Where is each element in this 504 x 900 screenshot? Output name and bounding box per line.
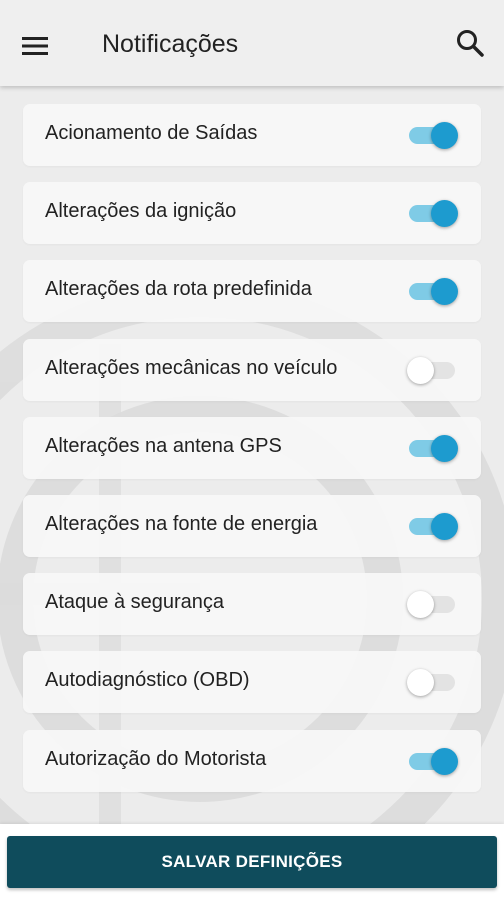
- notification-row[interactable]: Ataque à segurança: [23, 573, 481, 636]
- notification-row[interactable]: Alterações da rota predefinida: [23, 260, 481, 323]
- toggle-thumb: [431, 122, 458, 149]
- toggle-thumb: [407, 591, 434, 619]
- notification-toggle[interactable]: [407, 122, 459, 149]
- footer-bar: SALVAR DEFINIÇÕES: [0, 824, 504, 900]
- toggle-thumb: [407, 669, 434, 697]
- notification-label: Alterações da rota predefinida: [45, 278, 312, 301]
- notification-label: Autorização do Motorista: [45, 747, 267, 770]
- notification-label: Ataque à segurança: [45, 591, 225, 614]
- notification-row[interactable]: Acionamento de Saídas: [23, 104, 481, 166]
- menu-icon: [22, 37, 48, 55]
- save-settings-button[interactable]: SALVAR DEFINIÇÕES: [7, 836, 497, 888]
- notification-row[interactable]: Autodiagnóstico (OBD): [23, 651, 481, 714]
- toggle-thumb: [431, 747, 458, 775]
- notification-row[interactable]: Alterações da ignição: [23, 182, 481, 245]
- notification-toggle[interactable]: [407, 278, 459, 306]
- notification-toggle[interactable]: [407, 434, 459, 462]
- notification-toggle[interactable]: [407, 747, 459, 775]
- notification-label: Alterações da ignição: [45, 200, 237, 223]
- app-bar: Notificações: [0, 0, 504, 86]
- notification-toggle[interactable]: [407, 513, 459, 540]
- page-title: Notificações: [102, 30, 239, 58]
- toggle-thumb: [431, 278, 458, 306]
- notification-label: Alterações na antena GPS: [45, 434, 282, 457]
- notification-row[interactable]: Alterações na antena GPS: [23, 416, 481, 479]
- menu-button[interactable]: [22, 26, 68, 66]
- notification-toggle[interactable]: [407, 200, 459, 228]
- notification-label: Acionamento de Saídas: [45, 122, 258, 144]
- notification-label: Autodiagnóstico (OBD): [45, 669, 250, 692]
- notification-toggle[interactable]: [407, 669, 459, 697]
- toggle-thumb: [431, 200, 458, 228]
- notification-label: Alterações na fonte de energia: [45, 513, 318, 535]
- search-icon: [457, 30, 484, 57]
- notification-list[interactable]: Acionamento de Saídas Alterações da igniç…: [0, 86, 504, 824]
- toggle-thumb: [407, 356, 434, 384]
- toggle-thumb: [431, 434, 458, 462]
- notification-row[interactable]: Autorização do Motorista: [23, 729, 481, 792]
- notification-toggle[interactable]: [407, 356, 459, 384]
- notification-row[interactable]: Alterações na fonte de energia: [23, 495, 481, 557]
- notification-row[interactable]: Alterações mecânicas no veículo: [23, 338, 481, 401]
- search-button[interactable]: [455, 28, 489, 62]
- notification-toggle[interactable]: [407, 591, 459, 619]
- toggle-thumb: [431, 513, 458, 540]
- notification-label: Alterações mecânicas no veículo: [45, 356, 338, 379]
